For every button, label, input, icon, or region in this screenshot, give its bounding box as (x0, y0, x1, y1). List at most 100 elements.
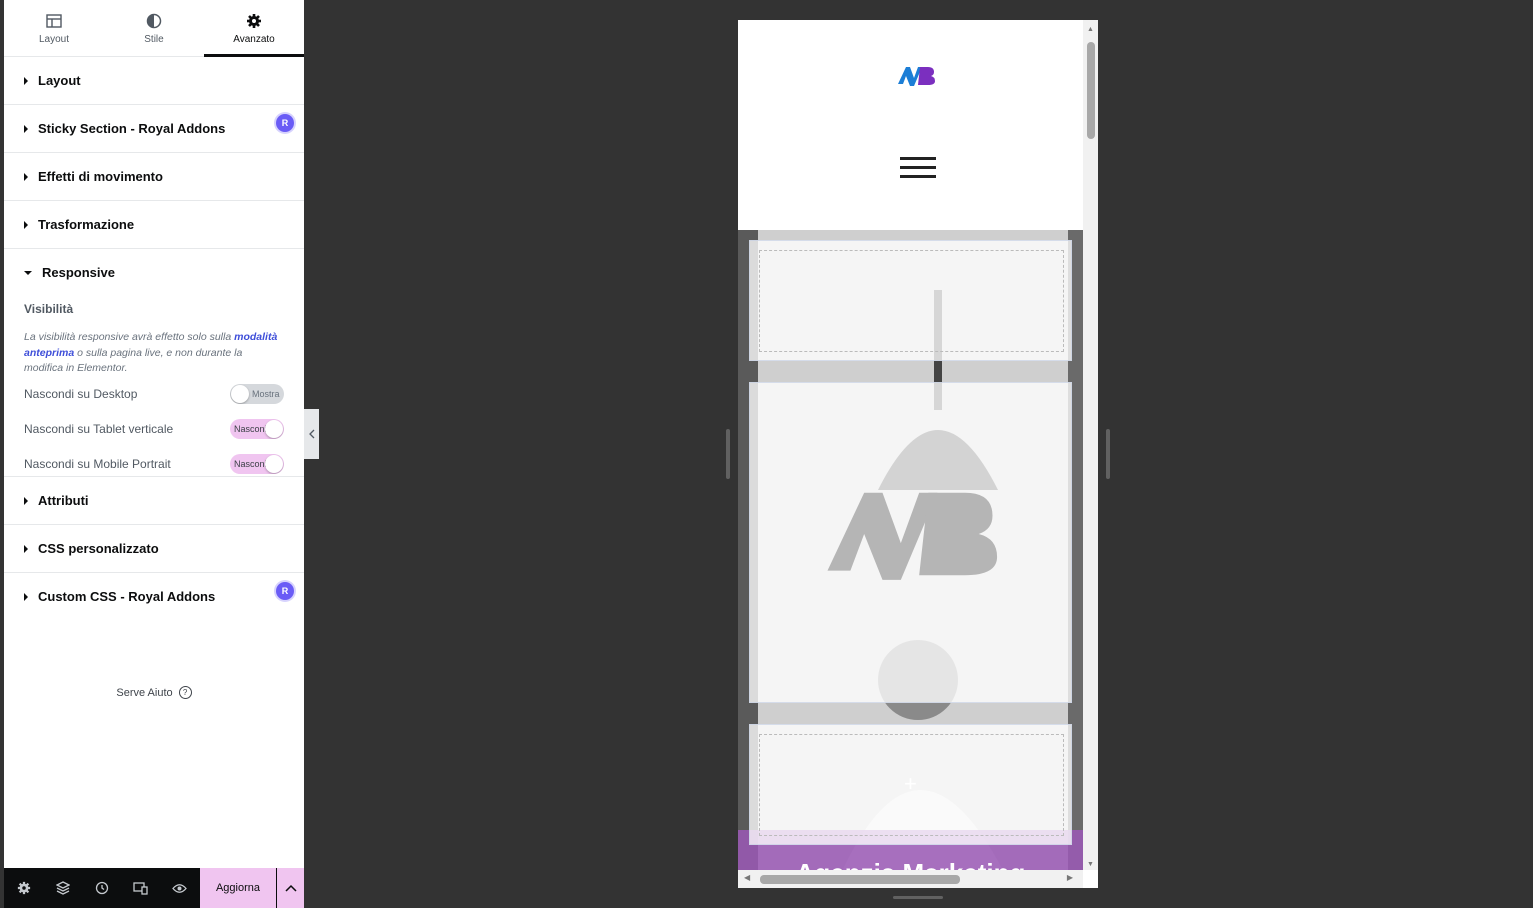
hide-tablet-label: Nascondi su Tablet verticale (24, 422, 174, 436)
tab-layout-label: Layout (38, 33, 70, 45)
caret-right-icon (24, 76, 28, 85)
large-logo-icon (827, 492, 998, 580)
section-attributes[interactable]: Attributi (4, 477, 304, 525)
section-responsive: Responsive Visibilità La visibilità resp… (4, 249, 304, 477)
section-motion-effects[interactable]: Effetti di movimento (4, 153, 304, 201)
resize-handle-right[interactable] (1106, 429, 1110, 479)
toggle-knob (265, 455, 283, 473)
update-button[interactable]: Aggiorna (200, 868, 276, 908)
vertical-scrollbar[interactable]: ▲ ▼ (1083, 20, 1098, 870)
collapse-panel-button[interactable] (304, 409, 319, 459)
section-layout-label: Layout (38, 73, 81, 88)
preview-button[interactable] (160, 868, 199, 908)
help-label: Serve Aiuto (116, 686, 173, 699)
eye-icon (172, 883, 187, 893)
editor-panel: Layout Stile Avanzato Layout Sticky Sect… (4, 0, 304, 908)
responsive-mode-button[interactable] (121, 868, 160, 908)
responsive-body: Visibilità La visibilità responsive avrà… (4, 302, 304, 482)
panel-tabs: Layout Stile Avanzato (4, 0, 304, 57)
scroll-down-icon[interactable]: ▼ (1087, 861, 1094, 868)
empty-container[interactable] (749, 240, 1072, 361)
section-transform-label: Trasformazione (38, 217, 135, 232)
update-options-button[interactable] (277, 868, 304, 908)
section-responsive-label: Responsive (42, 265, 115, 280)
hero-section: + Agenzia Marketing (738, 230, 1083, 880)
royal-addons-badge: R (276, 582, 294, 600)
resize-handle-left[interactable] (726, 429, 730, 479)
panel-footer: Aggiorna (4, 868, 304, 908)
visibility-title: Visibilità (24, 302, 74, 316)
navigator-button[interactable] (43, 868, 82, 908)
history-icon (95, 881, 108, 895)
contrast-icon (146, 12, 162, 30)
caret-right-icon (24, 496, 28, 505)
settings-button[interactable] (4, 868, 43, 908)
menu-bar (900, 157, 936, 160)
add-element-icon[interactable]: + (904, 771, 917, 797)
section-custom-css-label: CSS personalizzato (38, 541, 159, 556)
gear-icon (246, 12, 262, 30)
caret-right-icon (24, 592, 28, 601)
resize-handle-bottom[interactable] (893, 896, 943, 899)
horizontal-scroll-thumb[interactable] (760, 875, 960, 884)
menu-bar (900, 166, 936, 169)
empty-container[interactable]: + (749, 724, 1072, 845)
caret-right-icon (24, 172, 28, 181)
caret-right-icon (24, 544, 28, 553)
help-link[interactable]: Serve Aiuto? (4, 686, 304, 699)
caret-right-icon (24, 124, 28, 133)
tab-style-label: Stile (144, 33, 164, 45)
logo-icon (898, 67, 935, 86)
vertical-scroll-thumb[interactable] (1087, 42, 1095, 139)
devices-icon (133, 881, 148, 895)
settings-icon (17, 881, 30, 895)
layout-icon (46, 12, 62, 30)
section-responsive-header[interactable]: Responsive (4, 249, 304, 296)
horizontal-scrollbar[interactable]: ◀ ▶ (738, 870, 1083, 888)
hide-desktop-row: Nascondi su Desktop Mostra (24, 377, 284, 412)
tab-layout[interactable]: Layout (4, 0, 104, 56)
hide-mobile-toggle[interactable]: Nasconi (230, 454, 284, 474)
menu-bar (900, 175, 936, 178)
tab-advanced-label: Avanzato (233, 33, 275, 45)
tab-advanced[interactable]: Avanzato (204, 0, 304, 57)
section-royal-css[interactable]: Custom CSS - Royal Addons R (4, 573, 304, 620)
question-icon: ? (178, 686, 192, 699)
section-layout[interactable]: Layout (4, 57, 304, 105)
layers-icon (55, 881, 70, 895)
section-transform[interactable]: Trasformazione (4, 201, 304, 249)
section-motion-label: Effetti di movimento (38, 169, 163, 184)
history-button[interactable] (82, 868, 121, 908)
section-attributes-label: Attributi (38, 493, 89, 508)
hide-tablet-toggle[interactable]: Nasconi (230, 419, 284, 439)
hide-desktop-label: Nascondi su Desktop (24, 387, 138, 401)
scroll-left-icon[interactable]: ◀ (744, 873, 750, 882)
drop-area (759, 250, 1064, 352)
toggle-text: Nasconi (234, 459, 267, 469)
section-royal-css-label: Custom CSS - Royal Addons (38, 589, 216, 604)
desc-text-1: La visibilità responsive avrà effetto so… (24, 331, 235, 343)
toggle-knob (265, 420, 283, 438)
royal-addons-badge: R (276, 114, 294, 132)
chevron-left-icon (308, 429, 314, 439)
caret-right-icon (24, 220, 28, 229)
hide-tablet-row: Nascondi su Tablet verticale Nasconi (24, 412, 284, 447)
mobile-preview: + Agenzia Marketing ▲ ▼ ◀ ▶ (738, 20, 1098, 888)
toggle-text: Nasconi (234, 424, 267, 434)
visibility-description: La visibilità responsive avrà effetto so… (24, 330, 284, 377)
section-custom-css[interactable]: CSS personalizzato (4, 525, 304, 573)
scroll-up-icon[interactable]: ▲ (1087, 26, 1094, 33)
caret-down-icon (24, 270, 32, 275)
toggle-text: Mostra (252, 389, 280, 399)
section-sticky-label: Sticky Section - Royal Addons (38, 121, 226, 136)
site-logo[interactable] (896, 64, 936, 93)
hide-mobile-label: Nascondi su Mobile Portrait (24, 457, 171, 471)
section-sticky[interactable]: Sticky Section - Royal Addons R (4, 105, 304, 153)
toggle-knob (231, 385, 249, 403)
hamburger-menu[interactable] (900, 151, 936, 184)
logo-container[interactable] (749, 382, 1072, 703)
chevron-up-icon (284, 884, 297, 892)
tab-style[interactable]: Stile (104, 0, 204, 56)
scroll-right-icon[interactable]: ▶ (1067, 873, 1073, 882)
hide-desktop-toggle[interactable]: Mostra (230, 384, 284, 404)
